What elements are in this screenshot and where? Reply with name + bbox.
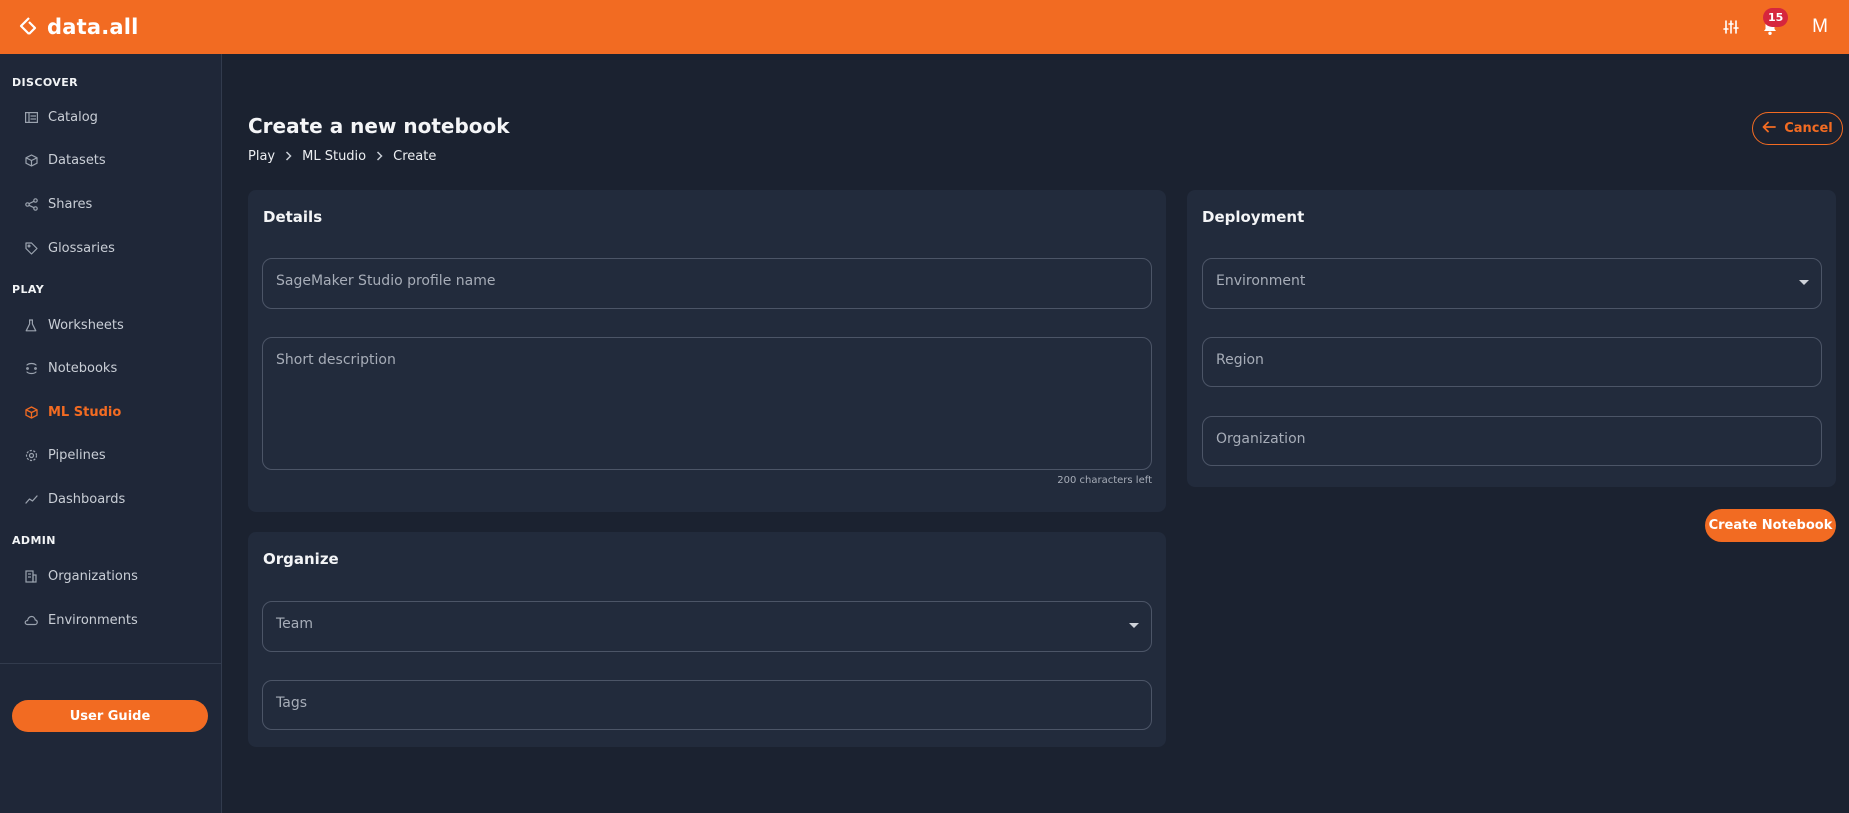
environment-placeholder: Environment	[1216, 273, 1306, 289]
top-bar: data.all 15 M	[0, 0, 1849, 54]
sidebar-item-datasets[interactable]: Datasets	[10, 143, 210, 177]
tags-field[interactable]: Tags	[262, 680, 1152, 730]
sidebar-item-label: Shares	[48, 196, 93, 212]
chevron-right-icon	[285, 150, 292, 164]
cloud-icon	[24, 613, 38, 627]
profile-name-placeholder: SageMaker Studio profile name	[276, 273, 496, 289]
details-title: Details	[263, 208, 323, 226]
sidebar-item-glossaries[interactable]: Glossaries	[10, 231, 210, 265]
organization-field[interactable]: Organization	[1202, 416, 1822, 466]
details-card: Details SageMaker Studio profile name Sh…	[248, 190, 1166, 512]
organization-placeholder: Organization	[1216, 431, 1306, 447]
deployment-title: Deployment	[1202, 208, 1305, 226]
breadcrumb-play[interactable]: Play	[248, 149, 275, 164]
sidebar-item-label: Dashboards	[48, 491, 126, 507]
page-title: Create a new notebook	[248, 114, 510, 138]
sidebar-item-label: Glossaries	[48, 240, 115, 256]
create-notebook-button[interactable]: Create Notebook	[1705, 509, 1836, 542]
sidebar-item-label: Datasets	[48, 152, 106, 168]
chevron-right-icon	[376, 150, 383, 164]
sidebar-item-label: Environments	[48, 612, 138, 628]
sidebar-item-environments[interactable]: Environments	[10, 603, 210, 637]
sidebar-item-label: Pipelines	[48, 447, 106, 463]
breadcrumb-create: Create	[393, 149, 437, 164]
sidebar-item-label: Catalog	[48, 109, 98, 125]
organize-title: Organize	[263, 550, 339, 568]
sidebar-item-shares[interactable]: Shares	[10, 187, 210, 221]
deployment-card: Deployment Environment Region Organizati…	[1187, 190, 1836, 487]
breadcrumb-ml-studio[interactable]: ML Studio	[302, 149, 366, 164]
region-field[interactable]: Region	[1202, 337, 1822, 387]
arrow-left-icon	[1762, 121, 1777, 137]
tags-placeholder: Tags	[276, 695, 307, 711]
organize-card: Organize Team Tags	[248, 532, 1166, 747]
section-title-admin: ADMIN	[12, 534, 56, 547]
profile-name-field[interactable]: SageMaker Studio profile name	[262, 258, 1152, 309]
sidebar: DISCOVER Catalog Datasets Shares Glossar…	[0, 54, 222, 813]
environment-select[interactable]: Environment	[1202, 258, 1822, 309]
user-avatar[interactable]: M	[1808, 13, 1832, 41]
sidebar-item-label: Notebooks	[48, 360, 118, 376]
app-logo[interactable]: data.all	[18, 12, 139, 42]
notification-badge: 15	[1763, 8, 1789, 27]
section-title-discover: DISCOVER	[12, 76, 78, 89]
sidebar-item-dashboards[interactable]: Dashboards	[10, 482, 210, 516]
sidebar-item-notebooks[interactable]: Notebooks	[10, 351, 210, 385]
section-title-play: PLAY	[12, 283, 45, 296]
sidebar-item-label: Worksheets	[48, 317, 124, 333]
trend-icon	[24, 492, 38, 506]
sliders-icon[interactable]	[1717, 13, 1745, 41]
breadcrumb: Play ML Studio Create	[248, 149, 436, 164]
share-icon	[24, 197, 38, 211]
logo-icon	[19, 17, 37, 35]
user-guide-button[interactable]: User Guide	[12, 700, 208, 732]
cube-icon	[24, 153, 38, 167]
sidebar-item-label: ML Studio	[48, 404, 122, 420]
building-icon	[24, 569, 38, 583]
cancel-button[interactable]: Cancel	[1752, 112, 1843, 145]
flask-icon	[24, 318, 38, 332]
cancel-label: Cancel	[1784, 121, 1833, 136]
dropdown-caret-icon	[1129, 623, 1139, 628]
catalog-icon	[24, 110, 38, 124]
notebook-icon	[24, 361, 38, 375]
sidebar-item-organizations[interactable]: Organizations	[10, 559, 210, 593]
gear-icon	[24, 448, 38, 462]
sidebar-item-ml-studio[interactable]: ML Studio	[10, 395, 210, 429]
description-field[interactable]: Short description	[262, 337, 1152, 470]
sidebar-item-label: Organizations	[48, 568, 138, 584]
cube-icon	[24, 405, 38, 419]
sidebar-item-catalog[interactable]: Catalog	[10, 100, 210, 134]
dropdown-caret-icon	[1799, 280, 1809, 285]
sidebar-divider	[0, 663, 222, 664]
sidebar-item-worksheets[interactable]: Worksheets	[10, 308, 210, 342]
region-placeholder: Region	[1216, 352, 1264, 368]
tag-icon	[24, 241, 38, 255]
team-select[interactable]: Team	[262, 601, 1152, 652]
sidebar-item-pipelines[interactable]: Pipelines	[10, 438, 210, 472]
team-placeholder: Team	[276, 616, 314, 632]
description-placeholder: Short description	[276, 352, 396, 368]
characters-left: 200 characters left	[1057, 475, 1152, 486]
app-name: data.all	[47, 15, 139, 39]
